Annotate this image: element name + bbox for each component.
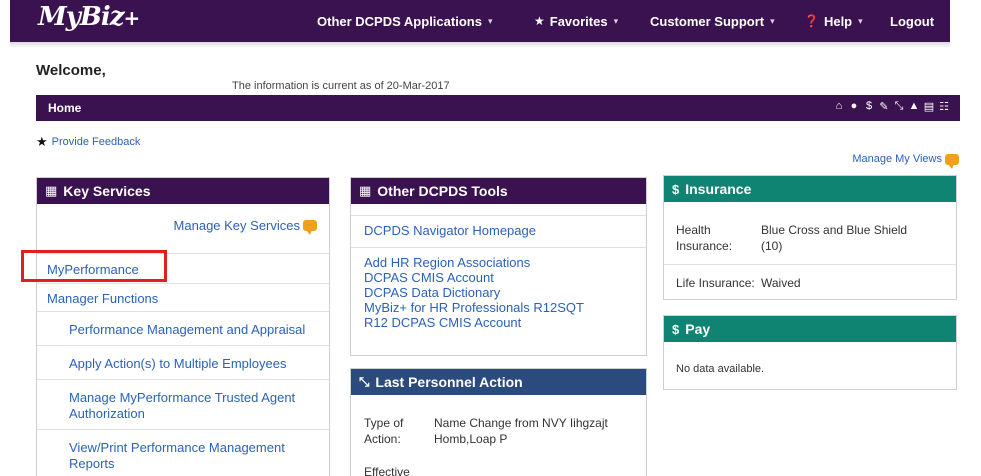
logo-text: MyBiz: [38, 2, 125, 32]
panel-title: Last Personnel Action: [375, 374, 523, 390]
menu-label: Customer Support: [650, 13, 765, 29]
menu-label: Help: [823, 13, 853, 29]
welcome-heading: Welcome,: [36, 62, 106, 79]
help-circle-icon: ❓: [804, 14, 819, 28]
dollar-icon[interactable]: $: [863, 100, 875, 113]
document-icon[interactable]: ▤: [923, 100, 935, 113]
user-icon[interactable]: ●: [848, 100, 860, 113]
menu-label: Favorites: [549, 13, 608, 29]
grid-icon: ▦: [359, 183, 372, 198]
dollar-icon: $: [672, 321, 680, 337]
grid-icon: ▦: [45, 183, 58, 198]
provide-feedback-link[interactable]: ★ Provide Feedback: [36, 134, 140, 150]
highlight-box: [21, 250, 167, 282]
org-chart-icon[interactable]: ☷: [938, 100, 950, 113]
home-icon[interactable]: ⌂: [833, 100, 845, 113]
key-services-header: ▦ Key Services: [37, 178, 329, 204]
panel-title: Other DCPDS Tools: [377, 183, 508, 199]
pay-empty-message: No data available.: [676, 363, 765, 375]
health-insurance-value: Blue Cross and Blue Shield (10): [761, 223, 908, 253]
type-of-action-label: Type of Action:: [364, 416, 404, 446]
manage-my-views-link[interactable]: Manage My Views: [852, 153, 959, 169]
key-service-label: Performance Management and Appraisal: [69, 322, 306, 337]
logo-plus: +: [123, 6, 141, 30]
type-of-action-value: Name Change from NVY Iihgzajt Homb,Loap …: [434, 416, 608, 446]
page-title: Home: [48, 101, 82, 115]
chevron-down-icon: ▾: [487, 15, 493, 26]
pen-icon[interactable]: ✎: [878, 100, 890, 113]
feedback-label: Provide Feedback: [51, 136, 141, 148]
mybiz-logo[interactable]: MyBiz+: [38, 2, 141, 32]
life-insurance-label: Life Insurance:: [676, 276, 755, 290]
menu-favorites[interactable]: ★ Favorites ▾: [534, 0, 618, 42]
menu-customer-support[interactable]: Customer Support ▾: [650, 0, 775, 42]
personnel-action-icon[interactable]: ⤡: [893, 100, 905, 113]
menu-help[interactable]: ❓ Help ▾: [804, 0, 863, 42]
key-service-performance-management[interactable]: Performance Management and Appraisal: [37, 311, 329, 345]
dcpas-cmis-link[interactable]: DCPAS CMIS Account: [364, 270, 633, 285]
key-service-view-print-reports[interactable]: View/Print Performance Management Report…: [37, 429, 329, 476]
other-tools-header: ▦ Other DCPDS Tools: [351, 178, 646, 204]
insurance-header: $ Insurance: [664, 176, 956, 202]
manage-key-services-link[interactable]: Manage Key Services: [173, 218, 317, 235]
key-service-manager-functions[interactable]: Manager Functions: [37, 283, 329, 311]
manage-views-label: Manage My Views: [852, 153, 942, 165]
other-dcpds-tools-panel: ▦ Other DCPDS Tools DCPDS Navigator Home…: [350, 177, 647, 356]
pay-panel: $ Pay No data available.: [663, 315, 957, 390]
dcpas-data-dictionary-link[interactable]: DCPAS Data Dictionary: [364, 285, 633, 300]
chevron-down-icon: ▾: [613, 15, 619, 26]
panel-title: Insurance: [685, 181, 752, 197]
star-icon: ★: [534, 14, 545, 28]
speech-bubble-icon: [945, 153, 959, 169]
health-insurance-label: Health Insurance:: [676, 223, 733, 253]
star-icon: ★: [36, 134, 48, 149]
logout-link[interactable]: Logout: [890, 0, 934, 42]
add-hr-region-link[interactable]: Add HR Region Associations: [364, 255, 633, 270]
key-service-label: Manage MyPerformance Trusted Agent Autho…: [69, 390, 296, 421]
effective-label: Effective: [364, 465, 410, 476]
r12-dcpas-cmis-link[interactable]: R12 DCPAS CMIS Account: [364, 315, 633, 330]
menu-label: Logout: [890, 13, 935, 29]
personnel-action-icon: ⤡: [359, 374, 370, 389]
menu-other-dcpds-applications[interactable]: Other DCPDS Applications ▾: [317, 0, 492, 42]
key-service-apply-actions[interactable]: Apply Action(s) to Multiple Employees: [37, 345, 329, 379]
key-service-label: View/Print Performance Management Report…: [69, 440, 285, 471]
mybiz-hr-professionals-link[interactable]: MyBiz+ for HR Professionals R12SQT: [364, 300, 633, 315]
speech-bubble-icon: [303, 220, 317, 235]
divider: [664, 264, 956, 265]
chevron-down-icon: ▾: [858, 15, 863, 26]
data-current-as-of: The information is current as of 20-Mar-…: [232, 80, 450, 92]
life-insurance-value: Waived: [761, 276, 801, 290]
panel-title: Key Services: [63, 183, 151, 199]
last-action-header: ⤡ Last Personnel Action: [351, 369, 646, 395]
tools-row: DCPDS Navigator Homepage: [351, 215, 646, 247]
pay-header: $ Pay: [664, 316, 956, 342]
home-bar: Home ⌂ ● $ ✎ ⤡ ▲ ▤ ☷: [36, 95, 960, 121]
dcpds-navigator-link[interactable]: DCPDS Navigator Homepage: [364, 223, 633, 238]
dollar-icon: $: [672, 181, 680, 197]
navbar-shadow: [10, 42, 950, 48]
manage-key-services-label: Manage Key Services: [173, 218, 300, 233]
top-navbar: MyBiz+ Other DCPDS Applications ▾ ★ Favo…: [10, 0, 950, 42]
thumbs-up-icon[interactable]: ▲: [908, 100, 920, 113]
key-service-label: Manager Functions: [47, 291, 159, 306]
key-service-label: Apply Action(s) to Multiple Employees: [69, 356, 287, 371]
insurance-panel: $ Insurance Health Insurance: Blue Cross…: [663, 175, 957, 300]
quick-nav-icons: ⌂ ● $ ✎ ⤡ ▲ ▤ ☷: [833, 100, 950, 113]
tools-row: Add HR Region Associations DCPAS CMIS Ac…: [351, 247, 646, 337]
panel-title: Pay: [685, 321, 711, 337]
key-services-panel: ▦ Key Services Manage Key Services MyPer…: [36, 177, 330, 476]
key-service-trusted-agent[interactable]: Manage MyPerformance Trusted Agent Autho…: [37, 379, 329, 429]
chevron-down-icon: ▾: [770, 15, 775, 26]
last-personnel-action-panel: ⤡ Last Personnel Action Type of Action: …: [350, 368, 647, 476]
menu-label: Other DCPDS Applications: [317, 13, 482, 29]
